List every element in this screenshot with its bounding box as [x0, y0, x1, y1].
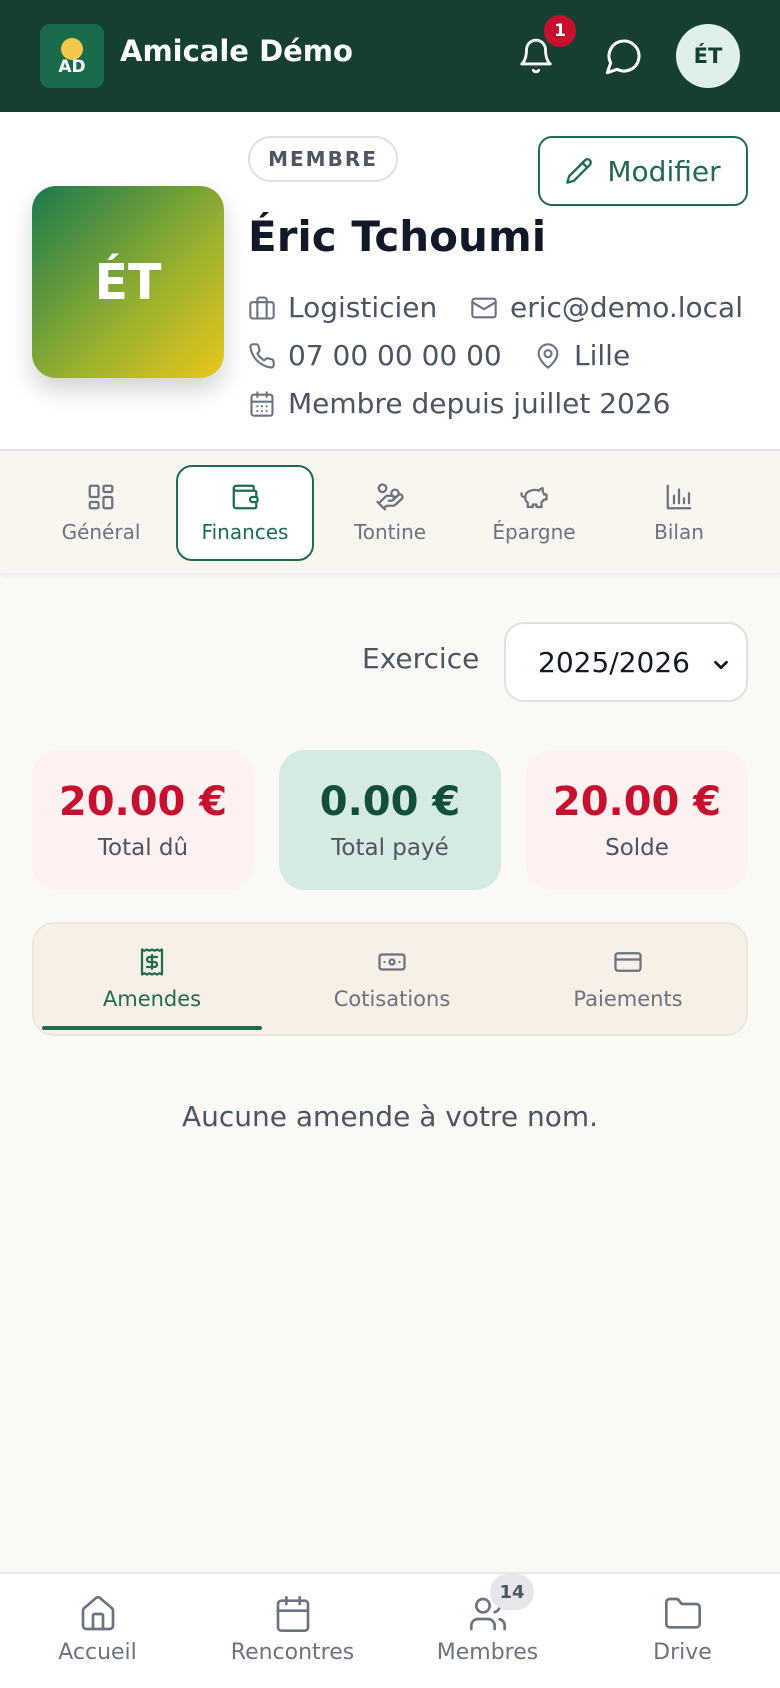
nav-drive-label: Drive [653, 1640, 712, 1665]
tab-paiements[interactable]: Paiements [510, 924, 746, 1034]
nav-rencontres[interactable]: Rencontres [195, 1594, 390, 1665]
total-paid-label: Total payé [331, 835, 449, 861]
banknote-icon [378, 953, 406, 971]
finance-sub-tabs: Amendes Cotisations Paiements [32, 922, 748, 1036]
member-email[interactable]: eric@demo.local [470, 291, 743, 324]
notification-badge: 1 [544, 15, 576, 47]
wallet-icon [232, 484, 259, 510]
briefcase-icon [249, 295, 275, 320]
total-paid-amount: 0.00 € [319, 779, 461, 825]
total-due-label: Total dû [97, 835, 189, 861]
app-logo-text: AD [58, 57, 86, 77]
app-logo[interactable]: AD [40, 24, 104, 88]
member-city-text: Lille [574, 339, 631, 372]
total-due-card: 20.00 € Total dû [32, 750, 254, 890]
member-email-text: eric@demo.local [510, 291, 743, 324]
grid-icon [88, 484, 114, 510]
profile-header: ÉT MEMBRE Modifier Éric Tchoumi Logistic… [0, 112, 780, 451]
members-count-badge: 14 [490, 1574, 534, 1610]
nav-rencontres-label: Rencontres [230, 1640, 355, 1665]
member-job: Logisticien [248, 291, 437, 324]
bottom-navigation: Accueil Rencontres Membres Drive [0, 1572, 780, 1688]
active-tab-indicator [42, 1026, 262, 1030]
member-phone[interactable]: 07 00 00 00 00 [248, 339, 502, 372]
member-since: Membre depuis juillet 2026 [248, 387, 670, 420]
piggy-bank-icon [520, 487, 548, 509]
tab-tontine[interactable]: Tontine [321, 465, 459, 561]
app-header: AD Amicale Démo 1 ÉT [0, 0, 780, 112]
mail-icon [471, 297, 497, 318]
tab-epargne-label: Épargne [492, 520, 576, 544]
balance-card: 20.00 € Solde [526, 750, 748, 890]
home-icon [81, 1596, 114, 1631]
nav-accueil[interactable]: Accueil [0, 1594, 195, 1665]
exercice-select[interactable]: 2025/2026 [504, 622, 748, 702]
role-badge: MEMBRE [248, 136, 398, 182]
nav-drive[interactable]: Drive [585, 1594, 780, 1665]
member-since-text: Membre depuis juillet 2026 [288, 387, 671, 420]
tab-cotisations[interactable]: Cotisations [274, 924, 510, 1034]
tab-finances-label: Finances [201, 520, 289, 544]
tab-tontine-label: Tontine [353, 520, 427, 544]
tab-amendes[interactable]: Amendes [34, 924, 270, 1034]
total-due-amount: 20.00 € [58, 779, 228, 825]
tab-paiements-label: Paiements [573, 987, 683, 1011]
edit-profile-label: Modifier [607, 154, 721, 188]
calendar-icon [250, 390, 274, 417]
tab-cotisations-label: Cotisations [333, 987, 451, 1011]
folder-icon [664, 1597, 701, 1629]
tab-epargne[interactable]: Épargne [465, 465, 603, 561]
user-avatar[interactable]: ÉT [676, 24, 740, 88]
messages-button[interactable] [600, 32, 648, 80]
exercice-selected-value: 2025/2026 [538, 645, 690, 679]
chevron-down-icon [714, 660, 728, 670]
profile-section-tabs: Général Finances Tontine Épargne Bilan [0, 451, 780, 573]
phone-icon [249, 342, 275, 369]
tab-general[interactable]: Général [32, 465, 170, 561]
tab-finances[interactable]: Finances [176, 465, 314, 561]
member-job-text: Logisticien [288, 291, 438, 324]
member-city: Lille [534, 339, 630, 372]
exercice-label: Exercice [362, 642, 480, 675]
member-name: Éric Tchoumi [248, 212, 547, 261]
nav-membres-label: Membres [436, 1640, 539, 1665]
empty-state-message: Aucune amende à votre nom. [181, 1100, 599, 1133]
balance-label: Solde [605, 835, 669, 861]
tab-amendes-label: Amendes [102, 987, 202, 1011]
tab-bilan[interactable]: Bilan [610, 465, 748, 561]
balance-amount: 20.00 € [552, 779, 722, 825]
pencil-icon [566, 158, 593, 184]
app-title: Amicale Démo [120, 34, 353, 68]
tab-bilan-label: Bilan [654, 520, 704, 544]
calendar-icon [276, 1596, 309, 1632]
member-avatar: ÉT [32, 186, 224, 378]
total-paid-card: 0.00 € Total payé [279, 750, 501, 890]
hand-coins-icon [376, 483, 404, 511]
bar-chart-icon [666, 484, 692, 510]
credit-card-icon [614, 952, 642, 972]
edit-profile-button[interactable]: Modifier [538, 136, 748, 206]
receipt-icon [140, 948, 164, 976]
nav-membres[interactable]: Membres [390, 1594, 585, 1665]
map-pin-icon [537, 342, 559, 369]
nav-accueil-label: Accueil [58, 1640, 137, 1665]
member-phone-text: 07 00 00 00 00 [288, 339, 502, 372]
tab-general-label: Général [61, 520, 141, 544]
message-circle-icon [605, 39, 641, 75]
